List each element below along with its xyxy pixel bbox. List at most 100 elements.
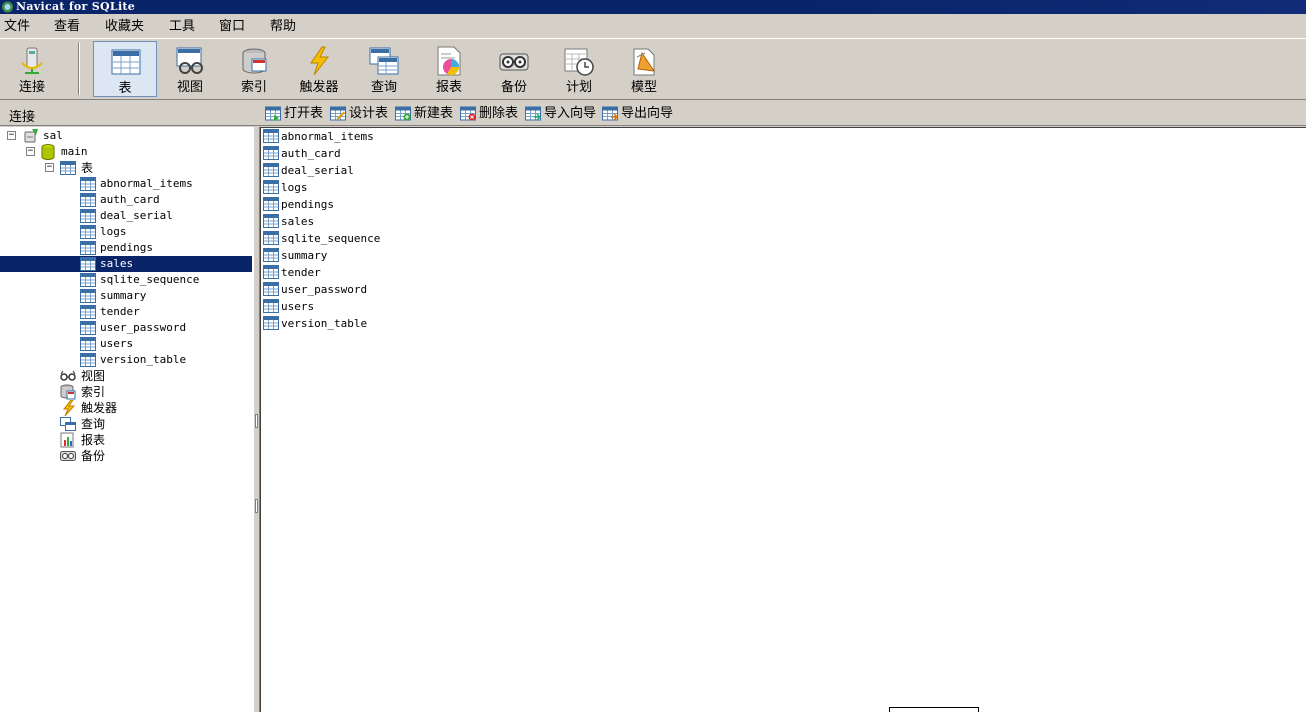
index-icon (242, 48, 267, 74)
toolbar-triggers-label: 触发器 (299, 80, 339, 95)
table-icon (80, 209, 96, 223)
tree-table-label: sqlite_sequence (100, 273, 200, 286)
database-icon (41, 144, 55, 160)
table-icon (263, 265, 279, 279)
menu-bar: 文件 查看 收藏夹 工具 窗口 帮助 (0, 14, 1306, 38)
status-popup (889, 707, 979, 712)
export-wizard-button[interactable]: 导出向导 (602, 105, 673, 122)
import-wizard-button[interactable]: 导入向导 (525, 105, 596, 122)
table-icon (263, 316, 279, 330)
toolbar-schedule-button[interactable]: 计划 (547, 41, 611, 97)
connection-tree[interactable]: − sal − main − 表 abnormal_items auth_car… (0, 127, 253, 712)
toolbar-schedule-label: 计划 (565, 80, 592, 95)
table-icon (111, 49, 141, 75)
table-icon (80, 193, 96, 207)
tree-table-item[interactable]: deal_serial (80, 208, 252, 224)
tree-connection-node[interactable]: − sal (6, 128, 246, 144)
open-table-button[interactable]: 打开表 (265, 105, 323, 122)
table-icon (80, 273, 96, 287)
table-icon (263, 197, 279, 211)
collapse-icon[interactable]: − (7, 131, 16, 140)
tree-database-node[interactable]: − main (26, 144, 246, 160)
backup-icon (499, 53, 529, 71)
tree-queries-node[interactable]: 查询 (60, 416, 240, 432)
tree-table-item[interactable]: pendings (80, 240, 252, 256)
list-item-label: deal_serial (281, 164, 354, 177)
report-icon (437, 46, 461, 76)
table-icon (263, 248, 279, 262)
table-icon (263, 214, 279, 228)
tree-views-node[interactable]: 视图 (60, 368, 240, 384)
menu-file[interactable]: 文件 (4, 19, 30, 34)
tree-triggers-node[interactable]: 触发器 (60, 400, 240, 416)
tree-indexes-node[interactable]: 索引 (60, 384, 240, 400)
tree-reports-node[interactable]: 报表 (60, 432, 240, 448)
tree-table-item[interactable]: sqlite_sequence (80, 272, 252, 288)
toolbar-queries-button[interactable]: 查询 (352, 41, 416, 97)
table-icon (80, 241, 96, 255)
toolbar-triggers-button[interactable]: 触发器 (287, 41, 351, 97)
delete-table-button[interactable]: 删除表 (460, 105, 518, 122)
new-table-button[interactable]: 新建表 (395, 105, 453, 122)
delete-table-label: 删除表 (479, 106, 519, 121)
tree-table-item-selected[interactable]: sales (0, 256, 252, 272)
connection-pane-label: 连接 (9, 110, 36, 125)
tree-table-item[interactable]: users (80, 336, 252, 352)
collapse-icon[interactable]: − (45, 163, 54, 172)
import-wizard-icon (525, 106, 541, 121)
menu-view[interactable]: 查看 (54, 19, 80, 34)
tree-table-item[interactable]: version_table (80, 352, 252, 368)
tree-table-label: deal_serial (100, 209, 173, 222)
collapse-icon[interactable]: − (26, 147, 35, 156)
menu-tools[interactable]: 工具 (169, 19, 195, 34)
list-item-label: users (281, 300, 315, 313)
toolbar-tables-button[interactable]: 表 (93, 41, 157, 97)
table-icon (80, 337, 96, 351)
list-item-label: sales (281, 215, 315, 228)
pane-splitter[interactable] (253, 127, 260, 712)
tree-table-item[interactable]: user_password (80, 320, 252, 336)
list-item-label: logs (281, 181, 308, 194)
toolbar-indexes-button[interactable]: 索引 (222, 41, 286, 97)
tree-backup-label: 备份 (81, 449, 106, 463)
table-icon (80, 257, 96, 271)
tree-connection-label: sal (43, 129, 63, 142)
table-icon (263, 231, 279, 245)
menu-window[interactable]: 窗口 (219, 19, 245, 34)
connect-label: 连接 (18, 80, 45, 95)
list-item-label: version_table (281, 317, 368, 330)
tree-table-label: users (100, 337, 134, 350)
connect-button[interactable]: 连接 (0, 41, 64, 97)
list-item-label: sqlite_sequence (281, 232, 381, 245)
tree-table-label: user_password (100, 321, 187, 334)
table-icon (263, 180, 279, 194)
splitter-grip[interactable] (255, 414, 258, 428)
tree-table-label: logs (100, 225, 127, 238)
tree-table-item[interactable]: tender (80, 304, 252, 320)
splitter-grip[interactable] (255, 499, 258, 513)
tree-table-item[interactable]: auth_card (80, 192, 252, 208)
object-list[interactable]: abnormal_items auth_card deal_serial log… (260, 127, 1306, 712)
toolbar-model-label: 模型 (630, 80, 657, 95)
table-icon (80, 321, 96, 335)
tree-table-item[interactable]: logs (80, 224, 252, 240)
menu-favorites[interactable]: 收藏夹 (105, 19, 144, 34)
tree-table-item[interactable]: abnormal_items (80, 176, 252, 192)
open-table-label: 打开表 (284, 106, 324, 121)
menu-help[interactable]: 帮助 (270, 19, 296, 34)
table-icon (263, 163, 279, 177)
tree-reports-label: 报表 (81, 433, 106, 447)
toolbar-backup-button[interactable]: 备份 (482, 41, 546, 97)
schedule-icon (564, 48, 594, 76)
tree-backup-node[interactable]: 备份 (60, 448, 240, 464)
tree-table-item[interactable]: summary (80, 288, 252, 304)
toolbar-reports-button[interactable]: 报表 (417, 41, 481, 97)
table-icon (263, 299, 279, 313)
toolbar-views-button[interactable]: 视图 (158, 41, 222, 97)
table-icon (80, 177, 96, 191)
list-item-label: pendings (281, 198, 334, 211)
list-item-label: user_password (281, 283, 368, 296)
toolbar-model-button[interactable]: 模型 (612, 41, 676, 97)
tree-tables-node[interactable]: − 表 (45, 160, 245, 176)
design-table-button[interactable]: 设计表 (330, 105, 388, 122)
